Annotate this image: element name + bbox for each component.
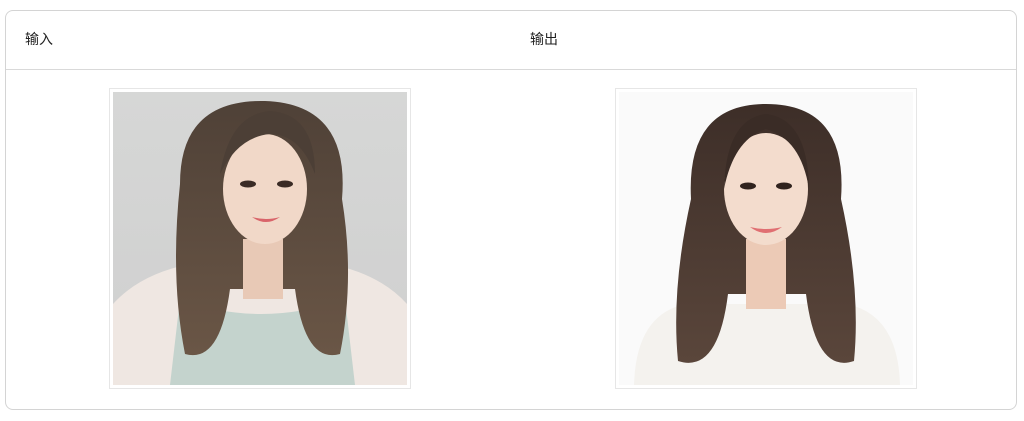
header-output: 输出 [530, 32, 558, 48]
output-image-frame [615, 88, 917, 389]
input-image-frame [109, 88, 411, 389]
input-portrait-image [113, 92, 407, 385]
comparison-card: 输入 输出 [5, 10, 1017, 410]
table-header: 输入 输出 [6, 11, 1016, 70]
output-portrait-image [619, 92, 913, 385]
header-input: 输入 [25, 32, 53, 48]
